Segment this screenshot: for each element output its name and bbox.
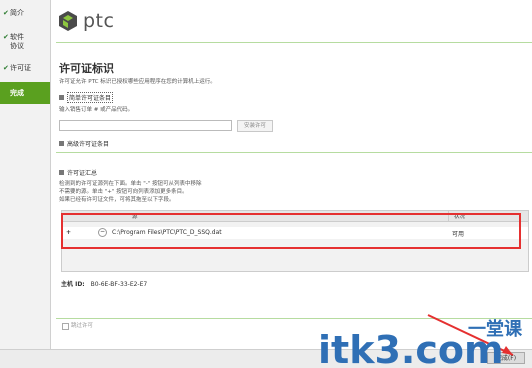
collapse-icon bbox=[59, 170, 64, 175]
simple-license-header[interactable]: 简单许可证条目 bbox=[59, 92, 114, 103]
highlight-box bbox=[61, 213, 521, 249]
collapse-icon bbox=[59, 141, 64, 146]
host-id-value: B0-6E-BF-33-E2-E7 bbox=[90, 281, 148, 288]
sidebar-item-label: 软件 协议 bbox=[10, 33, 24, 50]
page-title: 许可证标识 bbox=[59, 62, 114, 75]
license-prompt: 输入销售订单 # 或产品代码。 bbox=[59, 107, 134, 113]
sidebar-item-finish[interactable]: 完成 bbox=[0, 82, 50, 104]
sidebar-item-label: 简介 bbox=[10, 9, 24, 17]
host-id-label: 主机 ID: bbox=[61, 281, 85, 288]
sidebar-item-agreement[interactable]: ✔软件 协议 bbox=[0, 33, 50, 51]
divider bbox=[56, 152, 532, 153]
license-code-input[interactable] bbox=[59, 120, 232, 131]
install-license-button[interactable]: 安装许可 bbox=[237, 120, 273, 132]
logo-text: ptc bbox=[83, 10, 115, 32]
collapse-icon bbox=[59, 95, 64, 100]
summary-line: 如果已经有许可证文件，可将其拖至以下字段。 bbox=[59, 197, 175, 203]
ptc-logo-icon bbox=[59, 11, 77, 31]
license-summary-header[interactable]: 许可证汇总 bbox=[59, 168, 97, 177]
host-id: 主机 ID: B0-6E-BF-33-E2-E7 bbox=[61, 279, 147, 288]
check-icon: ✔ bbox=[3, 64, 9, 72]
ptc-logo: ptc bbox=[58, 8, 114, 34]
advanced-license-header[interactable]: 高级许可证条目 bbox=[59, 139, 109, 148]
check-icon: ✔ bbox=[3, 33, 9, 41]
sidebar-item-intro[interactable]: ✔简介 bbox=[0, 9, 50, 18]
sidebar-item-label: 完成 bbox=[10, 89, 24, 97]
sidebar: ✔简介 ✔软件 协议 ✔许可证 完成 bbox=[0, 0, 51, 349]
skip-license-label: 跳过许可 bbox=[71, 323, 94, 329]
page-description: 许可证允许 PTC 标识已授权哪些应用程序在您的计算机上运行。 bbox=[59, 79, 216, 85]
check-icon: ✔ bbox=[3, 9, 9, 17]
summary-line: 检测到的许可证源列在下面。单击 "-" 按钮可从列表中移除 bbox=[59, 181, 202, 187]
summary-line: 不需要的源。单击 "+" 按钮可向列表添加更多条目。 bbox=[59, 189, 188, 195]
main-panel: ptc 许可证标识 许可证允许 PTC 标识已授权哪些应用程序在您的计算机上运行… bbox=[51, 0, 532, 349]
divider bbox=[56, 42, 532, 43]
sidebar-item-label: 许可证 bbox=[10, 64, 31, 72]
svg-text:itk3.com: itk3.com bbox=[318, 328, 504, 365]
skip-license-checkbox[interactable] bbox=[62, 323, 69, 330]
itk3-watermark: 一堂课 itk3.com bbox=[318, 314, 523, 365]
sidebar-item-license[interactable]: ✔许可证 bbox=[0, 64, 50, 73]
